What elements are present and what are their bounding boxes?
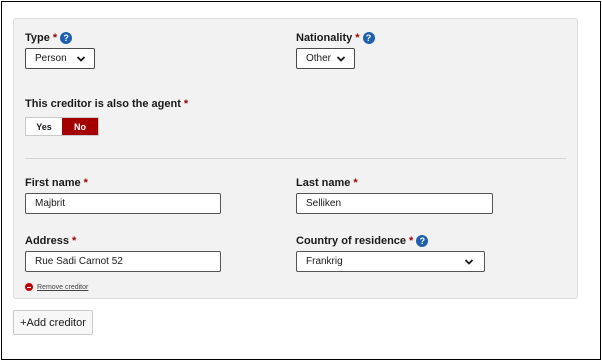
remove-creditor-link[interactable]: Remove creditor <box>25 283 88 291</box>
required-marker: * <box>72 235 77 247</box>
first-name-label-text: First name <box>25 177 81 189</box>
help-icon[interactable]: ? <box>362 32 375 44</box>
help-icon[interactable]: ? <box>60 32 73 44</box>
last-name-field[interactable] <box>296 193 493 214</box>
required-marker: * <box>83 177 88 189</box>
first-name-field[interactable] <box>25 193 221 214</box>
add-creditor-button[interactable]: +Add creditor <box>13 310 93 335</box>
help-icon[interactable]: ? <box>416 235 429 247</box>
country-select-value: Frankrig <box>306 256 343 267</box>
remove-creditor-text: Remove creditor <box>37 283 89 291</box>
section-divider <box>25 158 566 159</box>
type-label-text: Type <box>25 32 50 44</box>
agent-label-text: This creditor is also the agent <box>25 98 181 110</box>
type-label: Type * ? <box>25 32 73 44</box>
last-name-label: Last name * <box>296 177 358 189</box>
required-marker: * <box>183 98 189 110</box>
chevron-down-icon <box>336 56 346 62</box>
nationality-select[interactable]: Other <box>296 48 355 69</box>
remove-icon <box>25 283 33 291</box>
chevron-down-icon <box>464 259 474 265</box>
required-marker: * <box>409 235 414 247</box>
country-select[interactable]: Frankrig <box>296 251 485 272</box>
agent-toggle: Yes No <box>25 117 99 136</box>
required-marker: * <box>355 32 360 44</box>
type-select[interactable]: Person <box>25 48 95 69</box>
address-field[interactable] <box>25 251 221 272</box>
agent-label: This creditor is also the agent * <box>25 98 188 110</box>
nationality-label-text: Nationality <box>296 32 353 44</box>
first-name-label: First name * <box>25 177 88 189</box>
type-select-value: Person <box>35 53 67 64</box>
address-label: Address * <box>25 235 76 247</box>
chevron-down-icon <box>76 56 86 62</box>
nationality-label: Nationality * ? <box>296 32 375 44</box>
country-label: Country of residence * ? <box>296 235 429 247</box>
country-label-text: Country of residence <box>296 235 407 247</box>
agent-yes-option[interactable]: Yes <box>26 118 62 135</box>
required-marker: * <box>52 32 58 44</box>
address-label-text: Address <box>25 235 70 247</box>
last-name-label-text: Last name <box>296 177 351 189</box>
required-marker: * <box>353 177 358 189</box>
agent-no-option[interactable]: No <box>62 118 98 135</box>
nationality-select-value: Other <box>306 53 332 64</box>
